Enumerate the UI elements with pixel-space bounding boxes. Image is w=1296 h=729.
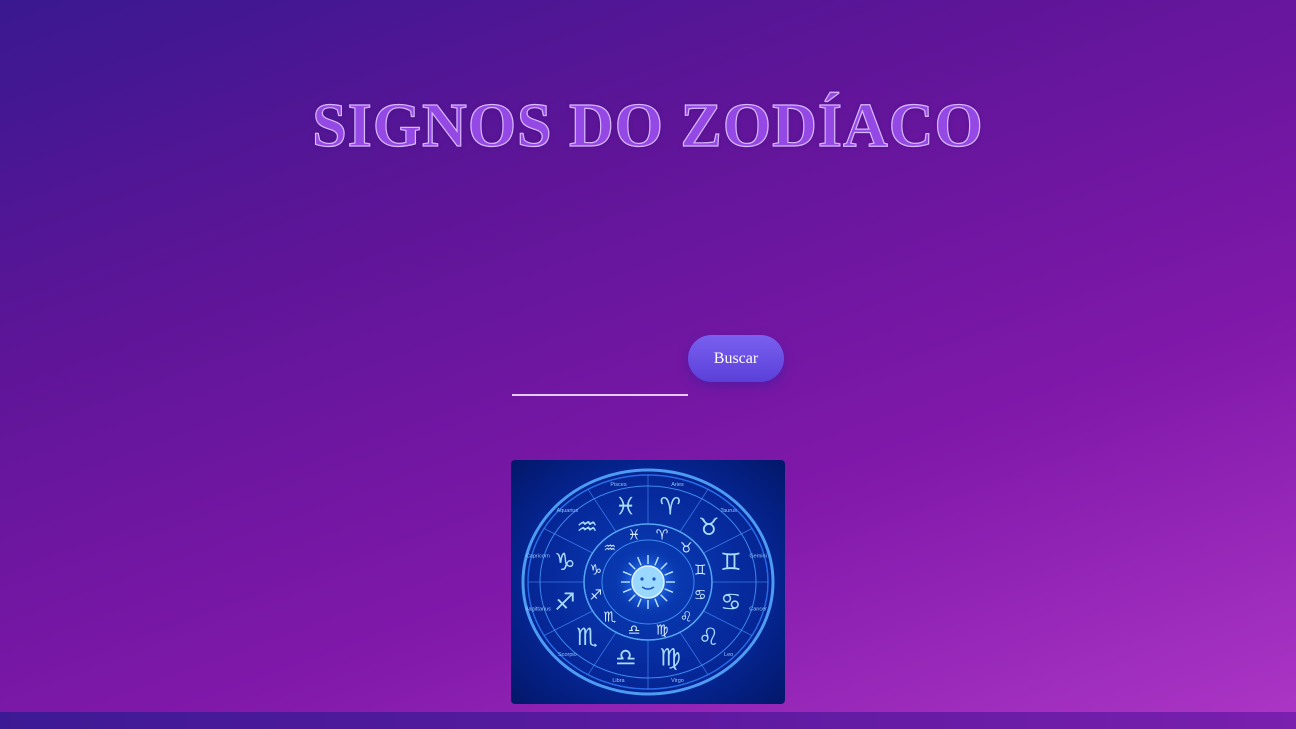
search-button[interactable]: Buscar xyxy=(688,335,784,382)
sign-glyph-sagittarius-icon: ♐ xyxy=(590,588,603,604)
sign-label-aries: Aries xyxy=(671,482,684,488)
sign-glyph-aquarius-icon: ♒ xyxy=(604,540,617,556)
search-input[interactable] xyxy=(512,366,688,396)
sign-glyph-taurus-icon: ♉ xyxy=(680,540,693,556)
sign-label-cancer: Cancer xyxy=(749,606,767,612)
zodiac-wheel-image: Aries Taurus Gemini Cancer Leo Virgo Libra Scor… xyxy=(511,460,785,704)
sign-label-aquarius: Aquarius xyxy=(557,508,579,514)
sign-figure-taurus-icon: ♉ xyxy=(698,513,720,541)
sign-glyph-libra-icon: ♎ xyxy=(628,622,641,638)
sign-label-gemini: Gemini xyxy=(749,554,766,560)
sign-label-leo: Leo xyxy=(724,652,733,658)
sign-glyph-cancer-icon: ♋ xyxy=(694,588,707,604)
sign-glyph-capricorn-icon: ♑ xyxy=(590,562,603,578)
sign-figure-aquarius-icon: ♒ xyxy=(576,513,598,541)
sign-figure-aries-icon: ♈ xyxy=(660,493,682,521)
sign-label-capricorn: Capricorn xyxy=(526,554,550,560)
sign-glyph-pisces-icon: ♓ xyxy=(628,528,641,544)
sign-figure-sagittarius-icon: ♐ xyxy=(554,588,576,616)
page-title: SIGNOS DO ZODÍACO xyxy=(312,91,984,160)
sign-glyph-scorpio-icon: ♏ xyxy=(604,610,617,626)
sign-figure-gemini-icon: ♊ xyxy=(720,548,742,576)
sign-figure-virgo-icon: ♍ xyxy=(660,643,682,671)
sign-figure-scorpio-icon: ♏ xyxy=(576,623,598,651)
sign-figure-cancer-icon: ♋ xyxy=(720,588,742,616)
sign-label-taurus: Taurus xyxy=(720,508,737,514)
sign-figure-libra-icon: ♎ xyxy=(615,643,637,671)
sign-figure-leo-icon: ♌ xyxy=(698,623,720,651)
sun-icon xyxy=(621,555,675,609)
sign-label-libra: Libra xyxy=(612,678,625,684)
sign-figure-capricorn-icon: ♑ xyxy=(554,548,576,576)
sign-label-pisces: Pisces xyxy=(610,482,626,488)
sign-glyph-gemini-icon: ♊ xyxy=(694,562,707,578)
sign-glyph-leo-icon: ♌ xyxy=(680,610,693,626)
sign-glyph-aries-icon: ♈ xyxy=(656,528,669,544)
sign-label-sagittarius: Sagittarius xyxy=(525,606,551,612)
bottom-bar xyxy=(0,712,1296,729)
sign-glyph-virgo-icon: ♍ xyxy=(656,622,669,638)
sign-figure-pisces-icon: ♓ xyxy=(615,493,637,521)
sign-label-scorpio: Scorpio xyxy=(558,652,577,658)
sign-label-virgo: Virgo xyxy=(671,678,684,684)
